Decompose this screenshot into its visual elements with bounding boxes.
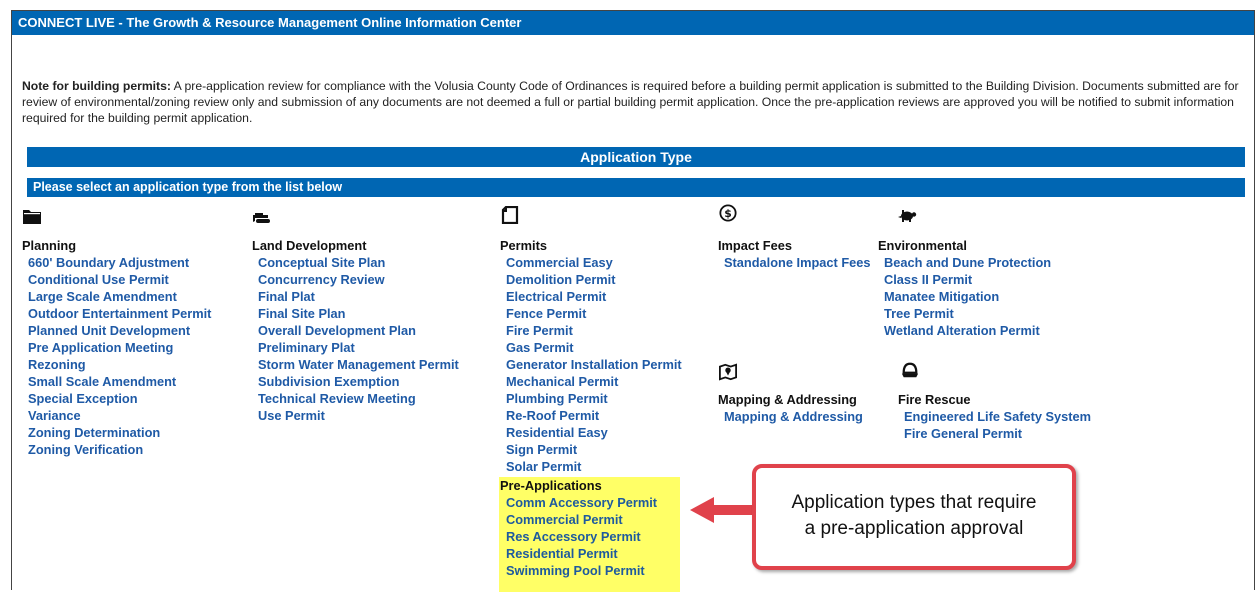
fire-rescue-item[interactable]: Engineered Life Safety System bbox=[898, 408, 1091, 425]
dollar-icon: $ bbox=[719, 204, 737, 222]
pre-applications-item[interactable]: Comm Accessory Permit bbox=[500, 494, 657, 511]
category-permits: Permits Commercial Easy Demolition Permi… bbox=[500, 237, 682, 475]
permits-item[interactable]: Re-Roof Permit bbox=[500, 407, 682, 424]
planning-item[interactable]: 660' Boundary Adjustment bbox=[22, 254, 211, 271]
land-development-item[interactable]: Concurrency Review bbox=[252, 271, 459, 288]
permits-item[interactable]: Plumbing Permit bbox=[500, 390, 682, 407]
app-frame: CONNECT LIVE - The Growth & Resource Man… bbox=[11, 10, 1255, 592]
pre-applications-heading: Pre-Applications bbox=[500, 478, 602, 493]
planning-item[interactable]: Conditional Use Permit bbox=[22, 271, 211, 288]
environmental-item[interactable]: Class II Permit bbox=[878, 271, 1051, 288]
permits-item[interactable]: Mechanical Permit bbox=[500, 373, 682, 390]
category-land-development: Land Development Conceptual Site Plan Co… bbox=[252, 237, 459, 424]
permits-item[interactable]: Generator Installation Permit bbox=[500, 356, 682, 373]
callout-text: Application types that require a pre-app… bbox=[756, 490, 1072, 542]
land-development-item[interactable]: Storm Water Management Permit bbox=[252, 356, 459, 373]
note-text: A pre-application review for compliance … bbox=[22, 79, 1239, 125]
planning-item[interactable]: Large Scale Amendment bbox=[22, 288, 211, 305]
environmental-item[interactable]: Manatee Mitigation bbox=[878, 288, 1051, 305]
permits-heading: Permits bbox=[500, 238, 547, 253]
application-type-header: Application Type bbox=[27, 147, 1245, 167]
planning-item[interactable]: Zoning Determination bbox=[22, 424, 211, 441]
permits-item[interactable]: Residential Easy bbox=[500, 424, 682, 441]
pre-applications-item[interactable]: Res Accessory Permit bbox=[500, 528, 657, 545]
pre-applications-item[interactable]: Commercial Permit bbox=[500, 511, 657, 528]
planning-item[interactable]: Pre Application Meeting bbox=[22, 339, 211, 356]
category-pre-applications: Pre-Applications Comm Accessory Permit C… bbox=[500, 477, 657, 579]
category-mapping: Mapping & Addressing Mapping & Addressin… bbox=[718, 391, 863, 425]
svg-text:$: $ bbox=[724, 207, 732, 220]
permits-item[interactable]: Sign Permit bbox=[500, 441, 682, 458]
permits-item[interactable]: Commercial Easy bbox=[500, 254, 682, 271]
permits-item[interactable]: Demolition Permit bbox=[500, 271, 682, 288]
land-development-item[interactable]: Subdivision Exemption bbox=[252, 373, 459, 390]
fire-rescue-heading: Fire Rescue bbox=[898, 392, 971, 407]
callout-arrow-icon bbox=[690, 497, 756, 523]
turtle-icon bbox=[898, 210, 917, 222]
page-title-bar: CONNECT LIVE - The Growth & Resource Man… bbox=[12, 11, 1254, 35]
permits-item[interactable]: Solar Permit bbox=[500, 458, 682, 475]
planning-item[interactable]: Planned Unit Development bbox=[22, 322, 211, 339]
impact-fees-item[interactable]: Standalone Impact Fees bbox=[718, 254, 871, 271]
bulldozer-icon bbox=[253, 213, 270, 223]
building-permit-note: Note for building permits: A pre-applica… bbox=[22, 78, 1242, 126]
category-impact-fees: Impact Fees Standalone Impact Fees bbox=[718, 237, 871, 271]
land-development-item[interactable]: Technical Review Meeting bbox=[252, 390, 459, 407]
fire-helmet-icon bbox=[901, 362, 919, 378]
land-development-item[interactable]: Overall Development Plan bbox=[252, 322, 459, 339]
map-icon bbox=[719, 363, 737, 381]
planning-item[interactable]: Zoning Verification bbox=[22, 441, 211, 458]
impact-fees-heading: Impact Fees bbox=[718, 238, 792, 253]
permits-item[interactable]: Fire Permit bbox=[500, 322, 682, 339]
folder-icon bbox=[23, 210, 41, 224]
environmental-item[interactable]: Tree Permit bbox=[878, 305, 1051, 322]
category-environmental: Environmental Beach and Dune Protection … bbox=[878, 237, 1051, 339]
callout-line-1: Application types that require bbox=[791, 492, 1037, 513]
pre-application-callout: Application types that require a pre-app… bbox=[752, 464, 1076, 570]
pre-applications-item[interactable]: Residential Permit bbox=[500, 545, 657, 562]
category-planning: Planning 660' Boundary Adjustment Condit… bbox=[22, 237, 211, 458]
permits-item[interactable]: Gas Permit bbox=[500, 339, 682, 356]
mapping-heading: Mapping & Addressing bbox=[718, 392, 857, 407]
environmental-item[interactable]: Beach and Dune Protection bbox=[878, 254, 1051, 271]
planning-item[interactable]: Variance bbox=[22, 407, 211, 424]
land-development-item[interactable]: Preliminary Plat bbox=[252, 339, 459, 356]
note-label: Note for building permits: bbox=[22, 79, 171, 93]
mapping-item[interactable]: Mapping & Addressing bbox=[718, 408, 863, 425]
planning-item[interactable]: Small Scale Amendment bbox=[22, 373, 211, 390]
category-fire-rescue: Fire Rescue Engineered Life Safety Syste… bbox=[898, 391, 1091, 442]
callout-line-2: a pre-application approval bbox=[804, 518, 1024, 539]
planning-item[interactable]: Outdoor Entertainment Permit bbox=[22, 305, 211, 322]
permits-item[interactable]: Fence Permit bbox=[500, 305, 682, 322]
planning-item[interactable]: Special Exception bbox=[22, 390, 211, 407]
environmental-item[interactable]: Wetland Alteration Permit bbox=[878, 322, 1051, 339]
permits-item[interactable]: Electrical Permit bbox=[500, 288, 682, 305]
land-development-item[interactable]: Final Site Plan bbox=[252, 305, 459, 322]
land-development-item[interactable]: Final Plat bbox=[252, 288, 459, 305]
pre-applications-item[interactable]: Swimming Pool Permit bbox=[500, 562, 657, 579]
planning-item[interactable]: Rezoning bbox=[22, 356, 211, 373]
select-instruction-bar: Please select an application type from t… bbox=[27, 178, 1245, 197]
land-development-item[interactable]: Conceptual Site Plan bbox=[252, 254, 459, 271]
document-icon bbox=[501, 206, 519, 224]
fire-rescue-item[interactable]: Fire General Permit bbox=[898, 425, 1091, 442]
land-development-item[interactable]: Use Permit bbox=[252, 407, 459, 424]
environmental-heading: Environmental bbox=[878, 238, 967, 253]
planning-heading: Planning bbox=[22, 238, 77, 253]
land-development-heading: Land Development bbox=[252, 238, 367, 253]
